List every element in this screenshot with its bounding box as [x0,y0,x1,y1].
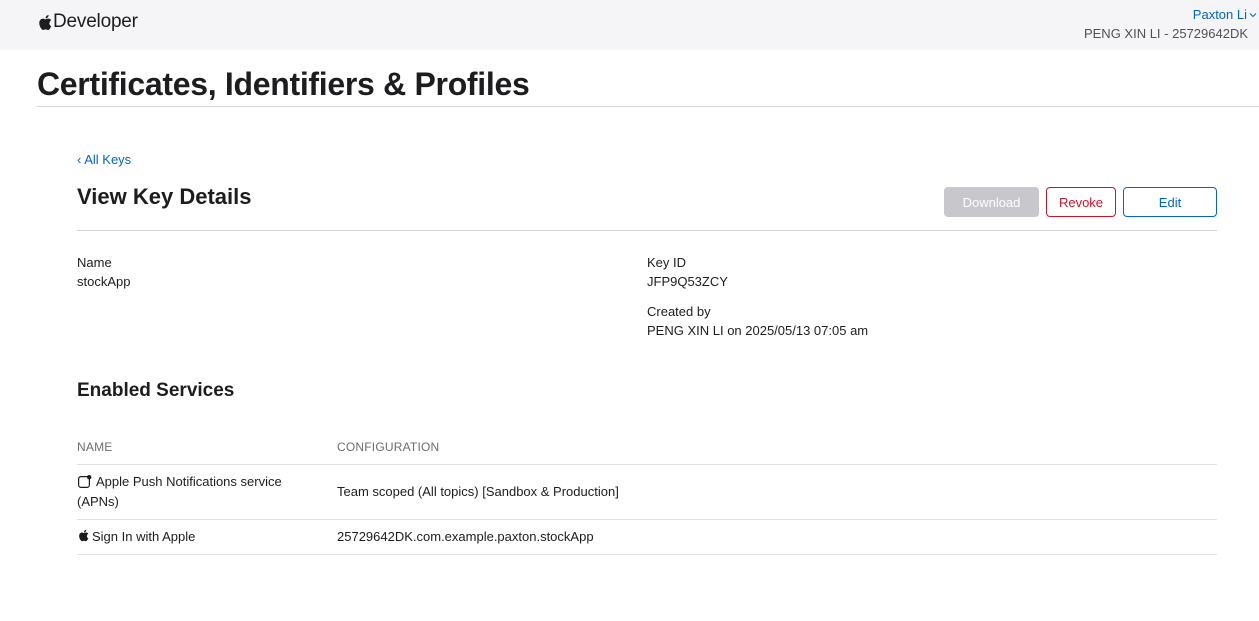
service-name-apns-line1: Apple Push Notifications service [96,474,282,489]
edit-button[interactable]: Edit [1123,187,1217,217]
global-nav: Developer Paxton Li PENG XIN LI - 257296… [0,0,1259,50]
account-user-button[interactable]: Paxton Li [1193,7,1257,23]
key-id-value: JFP9Q53ZCY [647,274,728,289]
account-menu: Paxton Li [1193,6,1257,24]
chevron-down-icon [1249,12,1257,17]
apple-logo-icon [38,14,52,31]
row-divider [77,519,1217,520]
name-label: Name [77,255,112,270]
page-title: Certificates, Identifiers & Profiles [37,66,530,102]
row-divider [77,554,1217,555]
enabled-services-title: Enabled Services [77,380,235,401]
section-title: View Key Details [77,184,252,209]
team-name: PENG XIN LI - 25729642DK [1083,26,1248,41]
download-button[interactable]: Download [944,187,1039,217]
service-config-apns: Team scoped (All topics) [Sandbox & Prod… [337,484,619,499]
notification-icon [78,475,92,493]
column-header-name: NAME [77,440,113,454]
table-header-divider [77,464,1217,465]
name-value: stockApp [77,274,131,289]
header-divider [77,230,1217,231]
created-by-value: PENG XIN LI on 2025/05/13 07:05 am [647,323,869,338]
service-config-siwa: 25729642DK.com.example.paxton.stockApp [337,529,594,544]
developer-home-link[interactable]: Developer [38,10,138,34]
apple-logo-icon [78,529,89,547]
title-divider [37,106,1259,107]
service-name-siwa: Sign In with Apple [92,529,196,544]
all-keys-back-link[interactable]: ‹ All Keys [77,152,131,167]
brand-name: Developer [53,11,138,32]
column-header-configuration: CONFIGURATION [337,440,440,454]
account-user-name: Paxton Li [1192,7,1247,22]
service-name-apns-line2: (APNs) [77,494,119,509]
key-id-label: Key ID [647,255,687,270]
created-by-label: Created by [647,304,711,319]
revoke-button[interactable]: Revoke [1046,187,1116,217]
